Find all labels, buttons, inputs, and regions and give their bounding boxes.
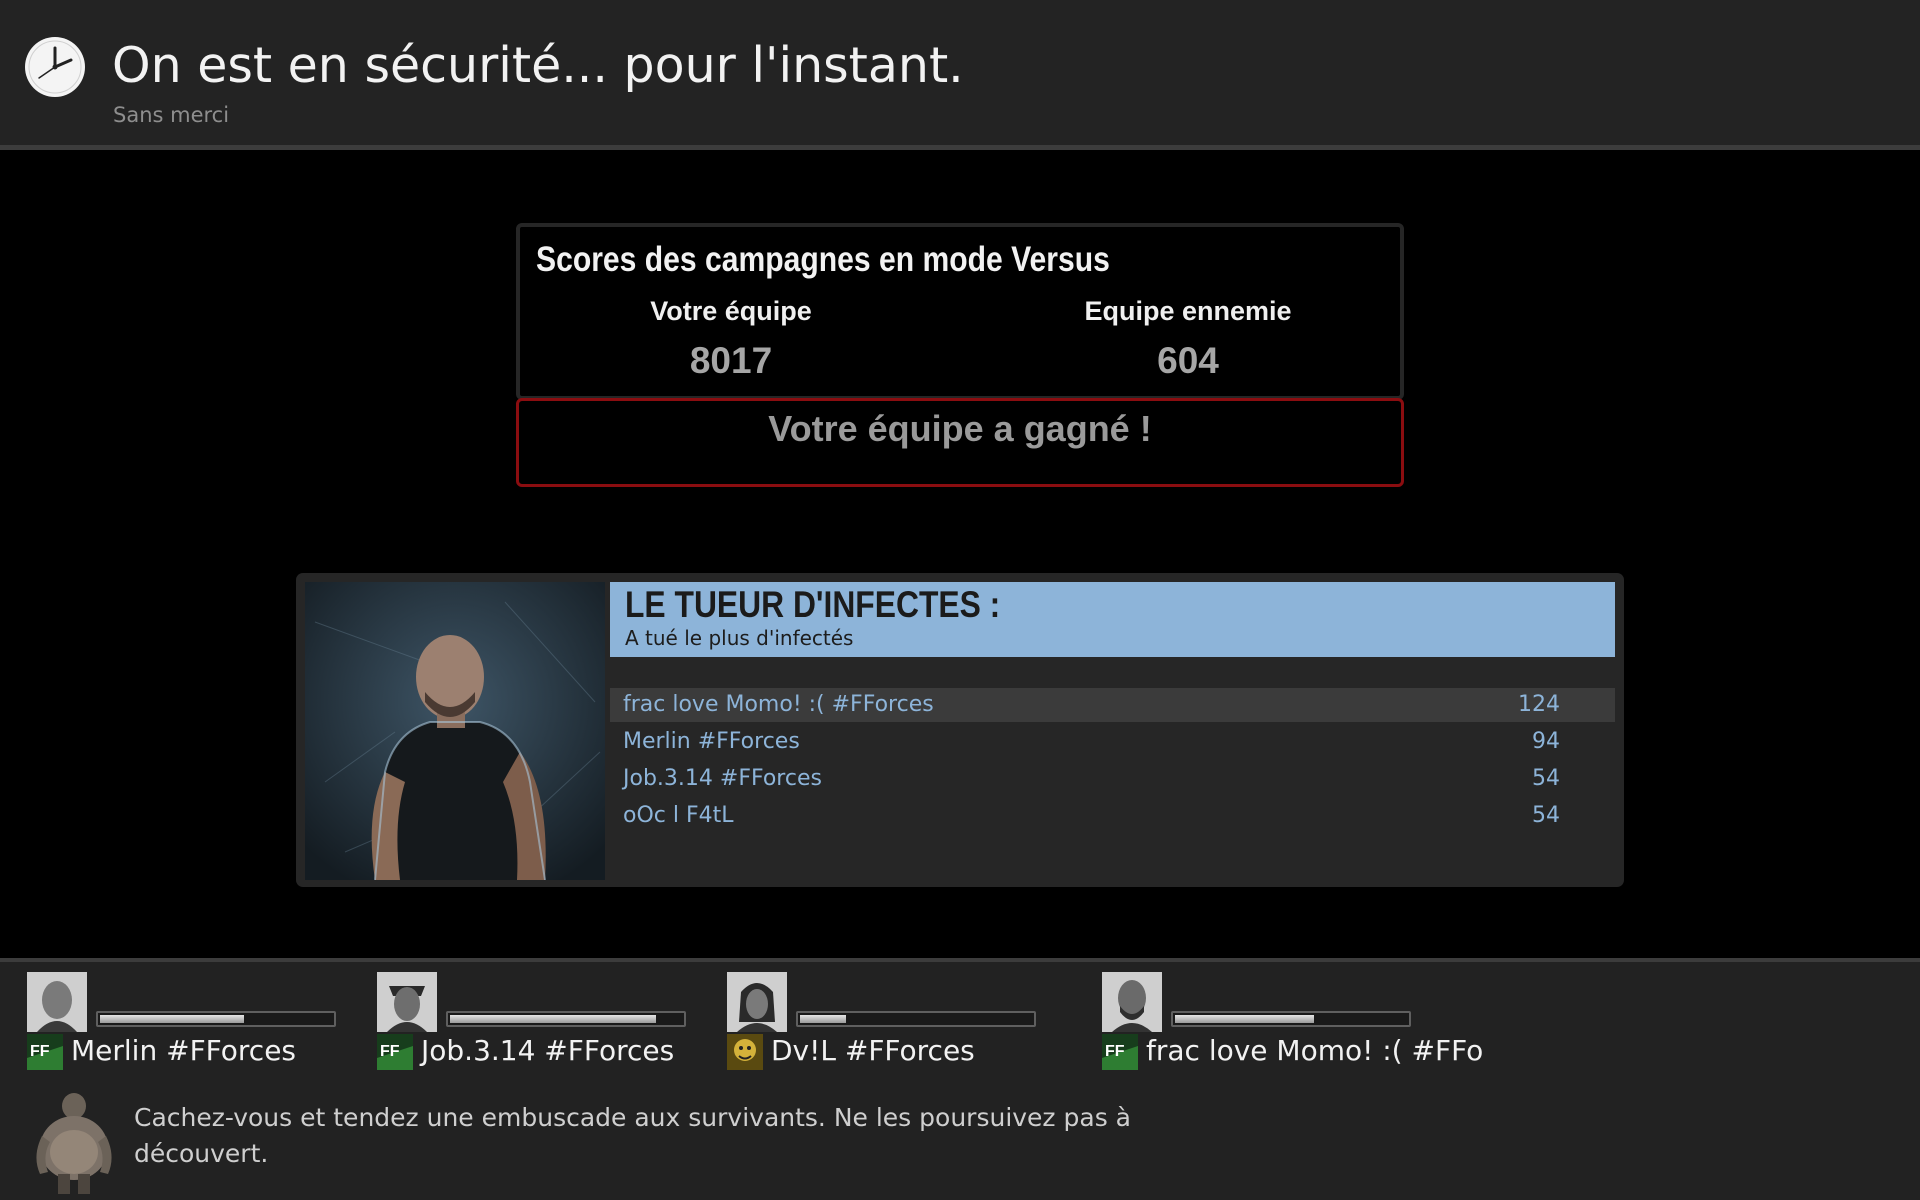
- survivor-face-icon: [727, 972, 787, 1032]
- clan-ff-icon: FF: [1102, 1034, 1138, 1070]
- survivor-face-icon: [1102, 972, 1162, 1032]
- teammate-name: Job.3.14 #FForces: [421, 1034, 675, 1067]
- clock-icon: [25, 37, 85, 97]
- teammate-card: Dv!L #FForces: [727, 972, 1067, 1072]
- result-text: Votre équipe a gagné !: [768, 408, 1152, 449]
- teammate-name: Dv!L #FForces: [771, 1034, 975, 1067]
- award-player-name: frac love Momo! :( #FForces: [623, 692, 934, 717]
- svg-text:FF: FF: [1105, 1043, 1125, 1060]
- boomer-icon: [36, 1093, 112, 1194]
- award-subtitle: A tué le plus d'infectés: [625, 626, 854, 650]
- svg-text:FF: FF: [30, 1043, 50, 1060]
- teammate-name: frac love Momo! :( #FFo: [1146, 1034, 1484, 1067]
- health-bar-fill: [450, 1015, 657, 1023]
- teammate-card: FF frac love Momo! :( #FFo: [1102, 972, 1483, 1072]
- your-team-label: Votre équipe: [650, 296, 812, 326]
- teammate-card: FF Job.3.14 #FForces: [377, 972, 717, 1072]
- svg-text:FF: FF: [380, 1043, 400, 1060]
- health-bar-fill: [800, 1015, 847, 1023]
- award-player-name: Job.3.14 #FForces: [623, 766, 822, 791]
- survivor-face-icon: [27, 972, 87, 1032]
- versus-score-title: Scores des campagnes en mode Versus: [536, 240, 1110, 279]
- clan-avatar-icon: [727, 1034, 763, 1070]
- award-kill-count: 94: [1532, 729, 1560, 754]
- survivor-face-icon: [377, 972, 437, 1032]
- infected-tip: Cachez-vous et tendez une embuscade aux …: [134, 1103, 1131, 1168]
- clan-ff-icon: FF: [377, 1034, 413, 1070]
- health-bar-fill: [100, 1015, 244, 1023]
- campaign-subtitle: Sans merci: [113, 103, 230, 127]
- health-bar: [796, 1011, 1036, 1027]
- award-kill-count: 124: [1518, 692, 1560, 717]
- health-bar: [96, 1011, 336, 1027]
- award-player-name: Merlin #FForces: [623, 729, 800, 754]
- health-bar-fill: [1175, 1015, 1315, 1023]
- health-bar: [446, 1011, 686, 1027]
- enemy-team-label: Equipe ennemie: [1084, 296, 1292, 326]
- page-title: On est en sécurité... pour l'instant.: [112, 37, 964, 94]
- clan-ff-icon: FF: [27, 1034, 63, 1070]
- health-bar: [1171, 1011, 1411, 1027]
- your-team-score: 8017: [689, 340, 773, 381]
- award-player-name: oOc l F4tL: [623, 803, 734, 828]
- award-row: oOc l F4tL 54: [610, 799, 1615, 833]
- award-row: Merlin #FForces 94: [610, 725, 1615, 759]
- header-bar: On est en sécurité... pour l'instant. Sa…: [0, 0, 1920, 150]
- award-kill-count: 54: [1532, 803, 1560, 828]
- award-title: LE TUEUR D'INFECTES :: [625, 584, 1001, 625]
- enemy-team-score: 604: [1157, 340, 1219, 381]
- award-kill-count: 54: [1532, 766, 1560, 791]
- teammate-name: Merlin #FForces: [71, 1034, 297, 1067]
- teammate-card: FF Merlin #FForces: [27, 972, 367, 1072]
- award-row: Job.3.14 #FForces 54: [610, 762, 1615, 796]
- survivor-portrait: [305, 582, 605, 880]
- award-row: frac love Momo! :( #FForces 124: [610, 688, 1615, 722]
